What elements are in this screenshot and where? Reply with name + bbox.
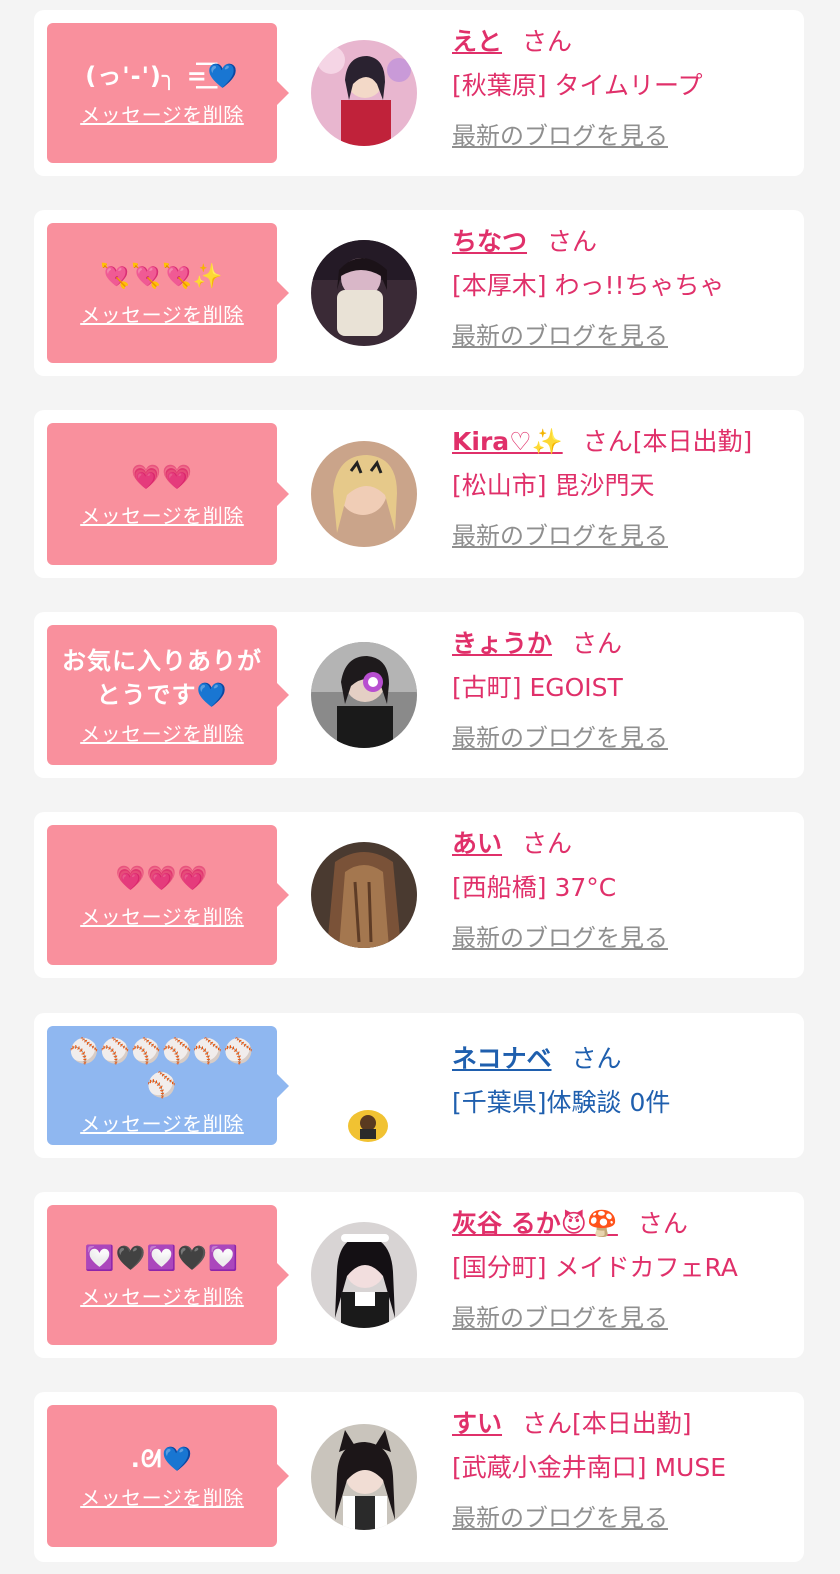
- cast-name-link[interactable]: Kira♡✨: [452, 427, 563, 456]
- name-line: Kira♡✨ さん[本日出勤]: [452, 424, 794, 460]
- delete-message-link[interactable]: メッセージを削除: [80, 718, 244, 747]
- honorific: さん: [571, 1044, 622, 1073]
- cast-name-link[interactable]: すい: [452, 1409, 502, 1438]
- avatar[interactable]: [311, 842, 417, 948]
- honorific: さん: [572, 629, 623, 658]
- message-bubble: 💗💗💗 メッセージを削除: [47, 825, 289, 965]
- favorite-card: 💘💘💘✨ メッセージを削除 ちなつ さん [本厚木] わっ!!ちゃちゃ 最新のブロ…: [34, 210, 804, 376]
- favorite-card: .ᘛ💙 メッセージを削除 すい さん[本日出勤] [武蔵小金井南口] MUSE 最…: [34, 1392, 804, 1562]
- honorific: さん: [522, 1409, 573, 1438]
- message-bubble: お気に入りありがとうです💙 メッセージを削除: [47, 625, 289, 765]
- favorite-card: (っ'-')╮ =͟͟͞͞💙 メッセージを削除 えと さん [秋葉原] タイムリー…: [34, 10, 804, 176]
- cast-name-link[interactable]: あい: [452, 829, 502, 858]
- message-text: 💗💗: [131, 462, 193, 491]
- message-text: 💟🖤💟🖤💟: [84, 1243, 240, 1272]
- delete-message-link[interactable]: メッセージを削除: [80, 1482, 244, 1511]
- shop-text: [松山市] 毘沙門天: [452, 471, 655, 500]
- delete-message-link[interactable]: メッセージを削除: [80, 1108, 244, 1137]
- delete-message-link[interactable]: メッセージを削除: [80, 99, 244, 128]
- shop-text: [武蔵小金井南口] MUSE: [452, 1453, 726, 1482]
- cast-name-link[interactable]: 灰谷 るか😈🍄: [452, 1209, 618, 1238]
- honorific: さん: [522, 829, 573, 858]
- favorite-card: ⚾⚾⚾⚾⚾⚾⚾ メッセージを削除 ネコナベ さん [千葉県]体験談 0件: [34, 1013, 804, 1158]
- name-line: きょうか さん: [452, 626, 794, 662]
- latest-blog-link[interactable]: 最新のブログを見る: [452, 116, 668, 151]
- message-text: 💗💗💗: [115, 863, 209, 892]
- name-line: 灰谷 るか😈🍄 さん: [452, 1206, 794, 1242]
- name-line: あい さん: [452, 826, 794, 862]
- latest-blog-link[interactable]: 最新のブログを見る: [452, 918, 668, 953]
- review-count-text: [千葉県]体験談 0件: [452, 1088, 671, 1117]
- message-text: お気に入りありがとうです💙: [62, 646, 262, 709]
- honorific: さん: [637, 1209, 688, 1238]
- shop-text: [古町] EGOIST: [452, 673, 623, 702]
- name-line: すい さん[本日出勤]: [452, 1406, 794, 1442]
- shop-text: [秋葉原] タイムリープ: [452, 71, 703, 100]
- shop-text: [西船橋] 37°C: [452, 873, 617, 902]
- name-line: ネコナベ さん: [452, 1041, 794, 1077]
- delete-message-link[interactable]: メッセージを削除: [80, 901, 244, 930]
- favorite-info: すい さん[本日出勤] [武蔵小金井南口] MUSE 最新のブログを見る: [452, 1406, 794, 1533]
- shop-text: [国分町] メイドカフェRA: [452, 1253, 738, 1282]
- favorite-info: あい さん [西船橋] 37°C 最新のブログを見る: [452, 826, 794, 953]
- avatar[interactable]: [311, 1424, 417, 1530]
- latest-blog-link[interactable]: 最新のブログを見る: [452, 316, 668, 351]
- delete-message-link[interactable]: メッセージを削除: [80, 500, 244, 529]
- message-bubble: (っ'-')╮ =͟͟͞͞💙 メッセージを削除: [47, 23, 289, 163]
- latest-blog-link[interactable]: 最新のブログを見る: [452, 718, 668, 753]
- shop-text: [本厚木] わっ!!ちゃちゃ: [452, 271, 725, 300]
- user-name-link[interactable]: ネコナベ: [452, 1044, 552, 1073]
- favorite-card: お気に入りありがとうです💙 メッセージを削除 きょうか さん [古町] EGOIS…: [34, 612, 804, 778]
- name-line: えと さん: [452, 24, 794, 60]
- cast-name-link[interactable]: きょうか: [452, 629, 552, 658]
- name-line: ちなつ さん: [452, 224, 794, 260]
- message-bubble: .ᘛ💙 メッセージを削除: [47, 1405, 289, 1547]
- message-text: ⚾⚾⚾⚾⚾⚾⚾: [69, 1037, 255, 1099]
- message-text: 💘💘💘✨: [100, 261, 224, 290]
- favorite-info: Kira♡✨ さん[本日出勤] [松山市] 毘沙門天 最新のブログを見る: [452, 424, 794, 551]
- delete-message-link[interactable]: メッセージを削除: [80, 1281, 244, 1310]
- avatar[interactable]: [311, 240, 417, 346]
- favorite-card: 💗💗💗 メッセージを削除 あい さん [西船橋] 37°C 最新のブログを見る: [34, 812, 804, 978]
- latest-blog-link[interactable]: 最新のブログを見る: [452, 1298, 668, 1333]
- honorific: さん: [582, 427, 633, 456]
- favorite-info: えと さん [秋葉原] タイムリープ 最新のブログを見る: [452, 24, 794, 151]
- favorite-info: ちなつ さん [本厚木] わっ!!ちゃちゃ 最新のブログを見る: [452, 224, 794, 351]
- favorite-info: ネコナベ さん [千葉県]体験談 0件: [452, 1041, 794, 1121]
- honorific: さん: [547, 227, 598, 256]
- favorite-card: 💗💗 メッセージを削除 Kira♡✨ さん[本日出勤] [松山市] 毘沙門天 最新…: [34, 410, 804, 578]
- user-mini-avatar[interactable]: [346, 1109, 390, 1143]
- message-text: .ᘛ💙: [130, 1444, 194, 1473]
- message-text: (っ'-')╮ =͟͟͞͞💙: [85, 61, 239, 90]
- cast-name-link[interactable]: ちなつ: [452, 227, 527, 256]
- message-bubble: 💟🖤💟🖤💟 メッセージを削除: [47, 1205, 289, 1345]
- avatar[interactable]: [311, 1222, 417, 1328]
- favorite-info: 灰谷 るか😈🍄 さん [国分町] メイドカフェRA 最新のブログを見る: [452, 1206, 794, 1333]
- honorific: さん: [522, 27, 573, 56]
- latest-blog-link[interactable]: 最新のブログを見る: [452, 516, 668, 551]
- avatar[interactable]: [311, 642, 417, 748]
- status-text: [本日出勤]: [572, 1409, 692, 1438]
- latest-blog-link[interactable]: 最新のブログを見る: [452, 1498, 668, 1533]
- status-text: [本日出勤]: [632, 427, 753, 456]
- message-bubble: 💘💘💘✨ メッセージを削除: [47, 223, 289, 363]
- message-bubble: 💗💗 メッセージを削除: [47, 423, 289, 565]
- avatar[interactable]: [311, 441, 417, 547]
- favorite-info: きょうか さん [古町] EGOIST 最新のブログを見る: [452, 626, 794, 753]
- favorite-card: 💟🖤💟🖤💟 メッセージを削除 灰谷 るか😈🍄 さん [国分町] メイドカフェRA …: [34, 1192, 804, 1358]
- avatar[interactable]: [311, 40, 417, 146]
- cast-name-link[interactable]: えと: [452, 27, 502, 56]
- delete-message-link[interactable]: メッセージを削除: [80, 299, 244, 328]
- message-bubble: ⚾⚾⚾⚾⚾⚾⚾ メッセージを削除: [47, 1026, 289, 1145]
